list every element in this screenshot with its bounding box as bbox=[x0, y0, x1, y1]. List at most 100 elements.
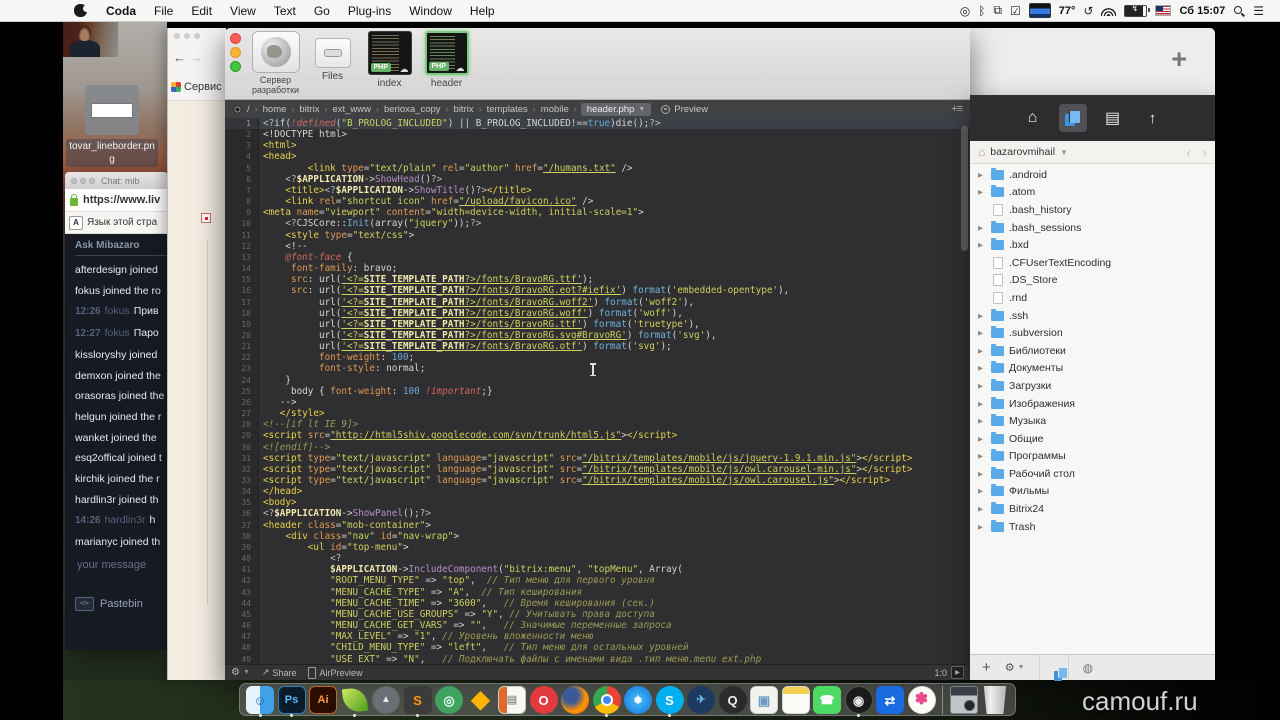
code-line-36[interactable]: 36 <?$APPLICATION->ShowPanel();?> bbox=[225, 508, 970, 520]
code-line-42[interactable]: 42 "ROOT_MENU_TYPE" => "top", // Тип мен… bbox=[225, 575, 970, 587]
time-machine-icon[interactable]: ↺ bbox=[1083, 4, 1093, 18]
code-line-7[interactable]: 7 <title><?$APPLICATION->ShowTitle()?></… bbox=[225, 184, 970, 197]
dock-icon-obs[interactable]: ◉ bbox=[844, 686, 873, 717]
dev-server-button[interactable] bbox=[251, 31, 300, 73]
file-row-.rnd[interactable]: .rnd bbox=[970, 289, 1215, 307]
temperature[interactable]: 77° bbox=[1059, 5, 1076, 17]
code-line-4[interactable]: 4 <head> bbox=[225, 151, 970, 163]
dock-icon-skype[interactable]: S bbox=[655, 686, 684, 717]
tab-header-active[interactable]: PHP ☁ header bbox=[418, 31, 475, 89]
add-file-button[interactable]: + bbox=[982, 659, 991, 676]
menu-help[interactable]: Help bbox=[461, 0, 504, 22]
file-row-Библиотеки[interactable]: ▶ Библиотеки bbox=[970, 342, 1215, 360]
close-button[interactable] bbox=[230, 33, 241, 44]
disclosure-icon[interactable]: ▶ bbox=[978, 382, 986, 390]
window-close-icon[interactable] bbox=[71, 177, 77, 184]
chat-url[interactable]: https://www.liv bbox=[83, 194, 160, 206]
code-line-37[interactable]: 37 <header class="mob-container"> bbox=[225, 519, 970, 531]
reminder-check-icon[interactable]: ☑ bbox=[1010, 4, 1021, 18]
apple-menu-icon[interactable] bbox=[74, 4, 90, 17]
disclosure-icon[interactable]: ▶ bbox=[978, 329, 986, 337]
window-control-dot[interactable] bbox=[184, 33, 190, 39]
run-button[interactable] bbox=[951, 666, 964, 679]
code-line-12[interactable]: 12 <!-- bbox=[225, 240, 970, 252]
disclosure-icon[interactable]: ▶ bbox=[978, 224, 986, 232]
window-control-dot[interactable] bbox=[194, 33, 200, 39]
menu-coda[interactable]: Coda bbox=[97, 0, 145, 22]
disclosure-icon[interactable]: ▶ bbox=[978, 452, 986, 460]
nav-back-icon[interactable]: ‹ bbox=[1186, 145, 1190, 160]
desktop-file-thumbnail[interactable] bbox=[85, 85, 139, 135]
breadcrumb-item[interactable]: berioxa_copy bbox=[383, 104, 442, 115]
code-line-28[interactable]: 28 <!--[if lt IE 9]> bbox=[225, 419, 970, 431]
code-line-13[interactable]: 13 @font-face { bbox=[225, 251, 970, 264]
file-row-.subversion[interactable]: ▶ .subversion bbox=[970, 324, 1215, 342]
code-line-19[interactable]: 19 url('<?=SITE_TEMPLATE_PATH?>/fonts/Br… bbox=[225, 318, 970, 330]
disclosure-icon[interactable]: ▶ bbox=[978, 523, 986, 531]
code-line-47[interactable]: 47 "MAX_LEVEL" => "1", // Уровень вложен… bbox=[225, 631, 970, 643]
disclosure-icon[interactable]: ▶ bbox=[978, 470, 986, 478]
menubar-clock[interactable]: Сб 15:07 bbox=[1179, 5, 1225, 17]
upload-arrow-icon[interactable]: ↑ bbox=[1139, 104, 1167, 132]
file-row-.ssh[interactable]: ▶ .ssh bbox=[970, 307, 1215, 325]
file-row-Рабочий стол[interactable]: ▶ Рабочий стол bbox=[970, 465, 1215, 483]
menu-file[interactable]: File bbox=[145, 0, 182, 22]
desktop-file[interactable]: tovar_lineborder.png bbox=[66, 85, 158, 167]
code-line-3[interactable]: 3 <html> bbox=[225, 140, 970, 152]
settings-menu-button[interactable]: ⚙ ▼ bbox=[231, 667, 250, 678]
file-row-Изображения[interactable]: ▶ Изображения bbox=[970, 395, 1215, 413]
input-language-flag[interactable] bbox=[1155, 5, 1172, 16]
code-line-34[interactable]: 34 </head> bbox=[225, 486, 970, 498]
breadcrumb-item[interactable]: templates bbox=[486, 104, 529, 115]
code-line-27[interactable]: 27 </style> bbox=[225, 408, 970, 420]
code-line-24[interactable]: 24 } bbox=[225, 374, 970, 386]
file-row-Общие[interactable]: ▶ Общие bbox=[970, 430, 1215, 448]
dock-icon-notebook[interactable]: ▤ bbox=[498, 686, 526, 714]
forward-arrow-icon[interactable] bbox=[190, 50, 203, 65]
weather-widget[interactable] bbox=[1028, 3, 1051, 18]
code-line-40[interactable]: 40 <? bbox=[225, 553, 970, 565]
disclosure-icon[interactable]: ▶ bbox=[978, 241, 986, 249]
share-button[interactable]: ↗ Share bbox=[262, 667, 297, 678]
minimize-button[interactable] bbox=[230, 47, 241, 58]
dock-icon-preview[interactable]: ▣ bbox=[750, 686, 778, 714]
publish-icon[interactable]: ◍ bbox=[1083, 661, 1093, 675]
code-line-25[interactable]: 25 body { font-weight: 100 !important;} bbox=[225, 385, 970, 397]
disclosure-icon[interactable]: ▶ bbox=[978, 400, 986, 408]
app-menu-icon[interactable]: ◎ bbox=[960, 4, 970, 18]
translate-bar[interactable]: Язык этой стра bbox=[65, 212, 168, 234]
dock-icon-photoshop[interactable]: Ps bbox=[277, 686, 306, 717]
file-row-Музыка[interactable]: ▶ Музыка bbox=[970, 412, 1215, 430]
split-add-icon[interactable] bbox=[951, 103, 962, 115]
disclosure-icon[interactable]: ▶ bbox=[978, 435, 986, 443]
dock-icon-facetime[interactable]: ☎ bbox=[813, 686, 841, 714]
dock-icon-teamviewer[interactable]: ⇄ bbox=[876, 686, 904, 714]
chat-titlebar[interactable]: Chat: mib bbox=[65, 172, 168, 189]
notification-center-icon[interactable]: ☰ bbox=[1253, 4, 1264, 18]
dock-icon-screenshot-thumb[interactable] bbox=[949, 686, 978, 714]
breadcrumb-item[interactable]: home bbox=[262, 104, 288, 115]
dock-icon-telegram[interactable]: ✈ bbox=[687, 686, 715, 714]
code-line-1[interactable]: 1 <?if(!defined("B_PROLOG_INCLUDED") || B… bbox=[225, 118, 970, 130]
breadcrumb-item[interactable]: mobile bbox=[540, 104, 570, 115]
disclosure-icon[interactable]: ▶ bbox=[978, 505, 986, 513]
menu-text[interactable]: Text bbox=[265, 0, 305, 22]
dock-icon-quicktime[interactable]: Q bbox=[718, 686, 747, 714]
document-list-icon[interactable]: ▤ bbox=[1099, 104, 1127, 132]
code-line-46[interactable]: 46 "MENU_CACHE_GET_VARS" => "", // Значи… bbox=[225, 620, 970, 632]
file-row-.bash_history[interactable]: .bash_history bbox=[970, 201, 1215, 219]
disclosure-icon[interactable]: ▶ bbox=[978, 171, 986, 179]
chevron-down-icon[interactable]: ▼ bbox=[1060, 148, 1068, 157]
code-editor[interactable]: 1 <?if(!defined("B_PROLOG_INCLUDED") || B… bbox=[225, 118, 970, 665]
dock-icon-launchpad[interactable]: ▲ bbox=[372, 686, 400, 714]
window-zoom-icon[interactable] bbox=[89, 177, 95, 184]
menu-view[interactable]: View bbox=[221, 0, 265, 22]
window-control-dot[interactable] bbox=[174, 33, 180, 39]
airpreview-button[interactable]: AirPreview bbox=[308, 666, 363, 679]
tab-index[interactable]: PHP ☁ index bbox=[361, 31, 418, 89]
code-line-15[interactable]: 15 src: url('<?=SITE_TEMPLATE_PATH?>/fon… bbox=[225, 274, 970, 286]
battery-icon[interactable] bbox=[1124, 4, 1150, 17]
dock-icon-chrome[interactable] bbox=[592, 686, 621, 717]
chat-message-input[interactable] bbox=[75, 557, 167, 572]
file-row-Загрузки[interactable]: ▶ Загрузки bbox=[970, 377, 1215, 395]
